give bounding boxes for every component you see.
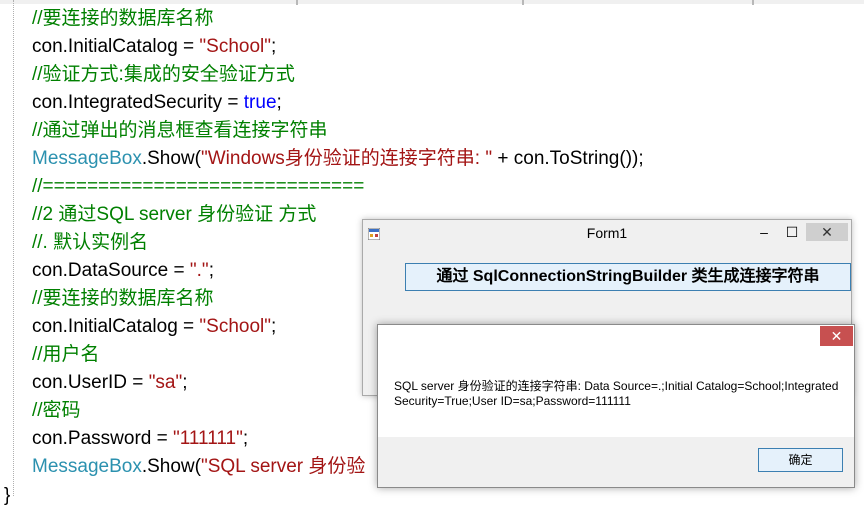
editor-tab-strip <box>0 0 864 5</box>
code-line: con.Password = "111111"; <box>32 425 248 453</box>
code-token: "sa" <box>148 372 183 393</box>
code-token: .Show( <box>141 456 201 477</box>
form1-titlebar[interactable]: Form1 – ☐ ✕ <box>363 220 851 248</box>
ok-button[interactable]: 确定 <box>758 448 843 472</box>
code-token: ; <box>271 36 277 57</box>
tab-separator <box>522 0 524 5</box>
message-text: SQL server 身份验证的连接字符串: Data Source=.;Ini… <box>394 379 839 408</box>
code-line: con.InitialCatalog = "School"; <box>32 33 276 61</box>
minimize-button[interactable]: – <box>753 223 775 241</box>
code-token: ; <box>271 316 277 337</box>
close-button[interactable]: ✕ <box>806 223 848 241</box>
code-line: //============================= <box>32 173 364 201</box>
message-box-titlebar[interactable]: ✕ <box>378 325 854 351</box>
code-token: MessageBox <box>32 148 142 169</box>
code-token: //验证方式:集成的安全验证方式 <box>32 64 295 85</box>
code-token: ; <box>276 92 282 113</box>
code-line: //密码 <box>32 397 81 425</box>
code-line: //用户名 <box>32 341 100 369</box>
code-line: con.DataSource = "."; <box>32 257 214 285</box>
code-token: .Show( <box>141 148 201 169</box>
message-box-footer: 确定 <box>378 437 854 487</box>
tab-separator <box>752 0 754 5</box>
code-line: //要连接的数据库名称 <box>32 5 214 33</box>
code-line: //通过弹出的消息框查看连接字符串 <box>32 117 328 145</box>
code-line: con.IntegratedSecurity = true; <box>32 89 282 117</box>
message-box-dialog[interactable]: ✕ SQL server 身份验证的连接字符串: Data Source=.;I… <box>377 324 855 488</box>
code-token: con.InitialCatalog = <box>32 36 200 57</box>
code-token: "School" <box>199 316 272 337</box>
code-token: //用户名 <box>32 344 100 365</box>
window-title: Form1 <box>586 225 628 241</box>
code-token: "SQL server 身份验 <box>200 456 366 477</box>
code-line: con.UserID = "sa"; <box>32 369 188 397</box>
code-token: MessageBox <box>32 456 142 477</box>
code-token: //. 默认实例名 <box>32 232 149 253</box>
code-token: "School" <box>199 36 272 57</box>
code-token: //============================= <box>32 176 365 197</box>
maximize-button[interactable]: ☐ <box>781 223 803 241</box>
message-box-content: SQL server 身份验证的连接字符串: Data Source=.;Ini… <box>378 351 854 437</box>
code-token: con.UserID = <box>32 372 149 393</box>
code-token: //密码 <box>32 400 81 421</box>
code-token: "111111" <box>173 428 243 449</box>
code-token: //要连接的数据库名称 <box>32 8 214 29</box>
indent-guide <box>13 0 15 496</box>
code-line: //2 通过SQL server 身份验证 方式 <box>32 201 316 229</box>
code-token: "." <box>189 260 209 281</box>
code-token: //2 通过SQL server 身份验证 方式 <box>32 204 317 225</box>
close-button[interactable]: ✕ <box>820 326 853 346</box>
tab-separator <box>296 0 298 5</box>
code-token: //通过弹出的消息框查看连接字符串 <box>32 120 328 141</box>
code-line: //要连接的数据库名称 <box>32 285 214 313</box>
code-token: con.DataSource = <box>32 260 190 281</box>
code-token: con.Password = <box>32 428 173 449</box>
code-token: ; <box>182 372 188 393</box>
code-token: "Windows身份验证的连接字符串: " <box>200 148 493 169</box>
code-token: true <box>243 92 277 113</box>
code-line: MessageBox.Show("Windows身份验证的连接字符串: " + … <box>32 145 644 173</box>
code-line: //验证方式:集成的安全验证方式 <box>32 61 295 89</box>
code-line: MessageBox.Show("SQL server 身份验 <box>32 453 365 481</box>
code-token: ; <box>208 260 214 281</box>
code-line: //. 默认实例名 <box>32 229 148 257</box>
code-token: //要连接的数据库名称 <box>32 288 214 309</box>
code-token: + con.ToString()); <box>492 148 644 169</box>
build-connection-string-button[interactable]: 通过 SqlConnectionStringBuilder 类生成连接字符串 <box>405 263 851 291</box>
code-line: con.InitialCatalog = "School"; <box>32 313 276 341</box>
closing-brace: } <box>4 485 11 506</box>
code-token: con.InitialCatalog = <box>32 316 200 337</box>
code-token: con.IntegratedSecurity = <box>32 92 244 113</box>
code-token: ; <box>242 428 249 449</box>
